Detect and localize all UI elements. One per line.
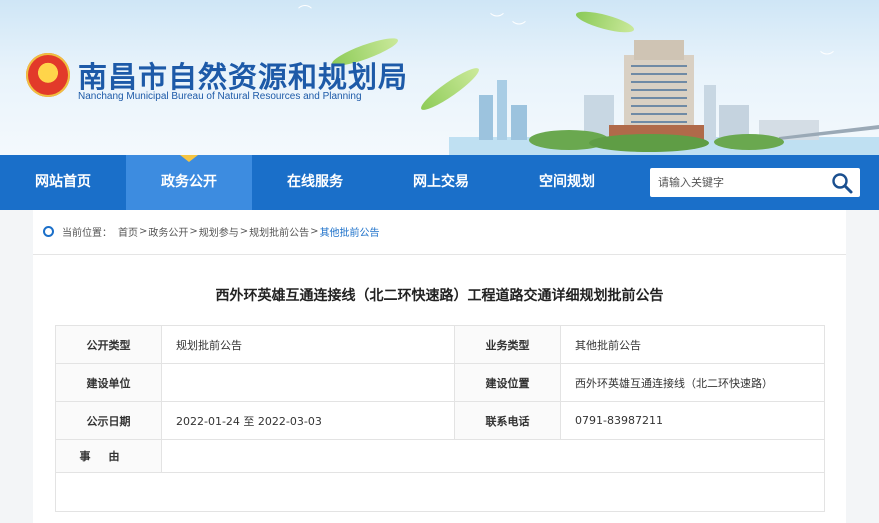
breadcrumb-government-affairs[interactable]: 政务公开: [148, 224, 188, 239]
site-subtitle: Nanchang Municipal Bureau of Natural Res…: [78, 91, 362, 102]
table-row: 公示日期 2022-01-24 至 2022-03-03 联系电话 0791-8…: [55, 401, 825, 440]
breadcrumb-separator: >: [189, 226, 198, 237]
site-header: ⌒ ︶ ︶ ︶ 南昌市自然资源和规划局 Nanchang Municipal B…: [0, 0, 879, 155]
city-skyline-illustration: [449, 40, 879, 155]
reason-label: 事由: [79, 450, 138, 463]
content-panel: 当前位置： 首页 > 政务公开 > 规划参与 > 规划批前公告 > 其他批前公告…: [33, 210, 846, 523]
reason-header-cell: [161, 439, 825, 473]
nav-item-spatial-planning[interactable]: 空间规划: [504, 155, 630, 210]
breadcrumb-separator: >: [310, 226, 319, 237]
field-label: 建设单位: [55, 363, 162, 402]
reason-content: [55, 472, 825, 512]
reason-label-cell: 事由: [55, 439, 162, 473]
main-navigation: 网站首页 政务公开 在线服务 网上交易 空间规划: [0, 155, 879, 210]
field-value: 0791-83987211: [560, 401, 825, 440]
field-value: 西外环英雄互通连接线（北二环快速路）: [560, 363, 825, 402]
search-input[interactable]: [656, 168, 830, 197]
field-label: 公示日期: [55, 401, 162, 440]
divider: [33, 254, 846, 255]
nav-item-online-trading[interactable]: 网上交易: [378, 155, 504, 210]
breadcrumb-current[interactable]: 其他批前公告: [320, 224, 380, 239]
field-value: 规划批前公告: [161, 325, 455, 364]
field-label: 建设位置: [454, 363, 561, 402]
breadcrumb-planning-notice[interactable]: 规划批前公告: [249, 224, 309, 239]
search-box: [650, 168, 860, 197]
breadcrumb-planning-participation[interactable]: 规划参与: [199, 224, 239, 239]
table-row: 公开类型 规划批前公告 业务类型 其他批前公告: [55, 325, 825, 364]
field-value: 2022-01-24 至 2022-03-03: [161, 401, 455, 440]
breadcrumb-separator: >: [139, 226, 148, 237]
site-title: 南昌市自然资源和规划局: [78, 60, 409, 94]
nav-item-government-affairs[interactable]: 政务公开: [126, 155, 252, 210]
table-row: [55, 472, 825, 512]
national-emblem-logo: [26, 53, 70, 97]
field-label: 公开类型: [55, 325, 162, 364]
location-pin-icon: [43, 226, 54, 237]
nav-item-home[interactable]: 网站首页: [0, 155, 126, 210]
field-label: 联系电话: [454, 401, 561, 440]
nav-item-online-services[interactable]: 在线服务: [252, 155, 378, 210]
field-value: 其他批前公告: [560, 325, 825, 364]
bird-decoration: ⌒: [298, 5, 312, 21]
field-value: [161, 363, 455, 402]
table-row: 建设单位 建设位置 西外环英雄互通连接线（北二环快速路）: [55, 363, 825, 402]
search-icon[interactable]: [830, 171, 854, 195]
article-title: 西外环英雄互通连接线（北二环快速路）工程道路交通详细规划批前公告: [215, 288, 664, 304]
info-table: 公开类型 规划批前公告 业务类型 其他批前公告 建设单位 建设位置 西外环英雄互…: [55, 325, 825, 512]
breadcrumb-prefix: 当前位置：: [62, 228, 112, 239]
field-label: 业务类型: [454, 325, 561, 364]
breadcrumb-home[interactable]: 首页: [118, 224, 138, 239]
breadcrumb-separator: >: [239, 226, 249, 237]
breadcrumb: 当前位置： 首页 > 政务公开 > 规划参与 > 规划批前公告 > 其他批前公告: [43, 224, 380, 239]
table-row: 事由: [55, 439, 825, 473]
